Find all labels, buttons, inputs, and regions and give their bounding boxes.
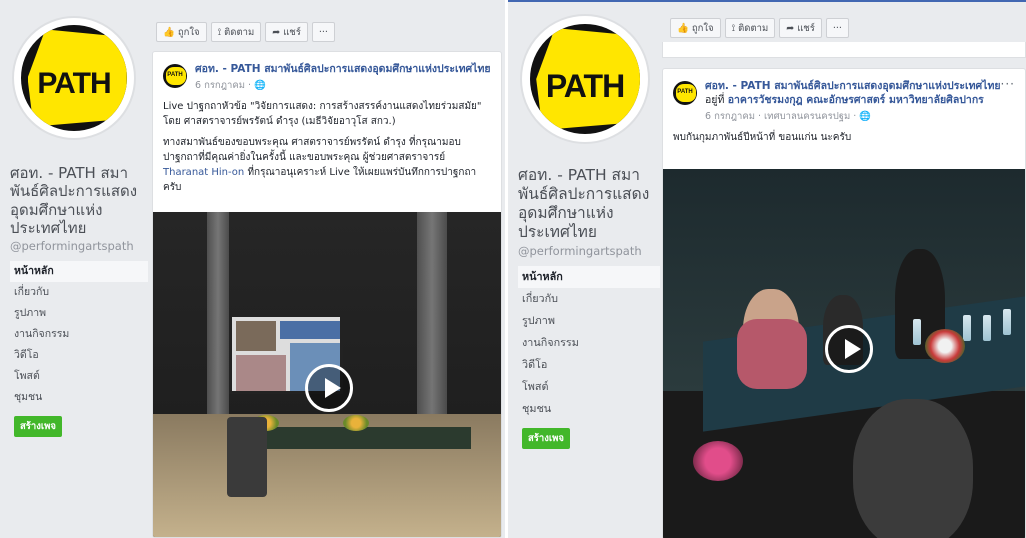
page-handle[interactable]: @performingartspath — [518, 244, 660, 258]
rss-icon: ⟟ — [731, 22, 736, 34]
path-logo-icon: PATH — [21, 25, 127, 131]
page-profile-picture[interactable]: PATH — [520, 14, 650, 144]
nav-item-about[interactable]: เกี่ยวกับ — [518, 288, 660, 310]
create-page-button[interactable]: สร้างเพจ — [14, 416, 62, 438]
thumbs-up-icon: 👍 — [677, 22, 689, 34]
nav-item-photos[interactable]: รูปภาพ — [10, 303, 148, 324]
page-action-bar: 👍 ถูกใจ ⟟ ติดตาม ➦ แชร์ ··· — [670, 16, 849, 40]
page-name[interactable]: ศอท. - PATH สมาพันธ์ศิลปะการแสดงอุดมศึกษ… — [518, 166, 658, 242]
share-label: แชร์ — [797, 22, 815, 34]
page-name[interactable]: ศอท. - PATH สมาพันธ์ศิลปะการแสดงอุดมศึกษ… — [10, 164, 146, 237]
post-author-link[interactable]: ศอท. - PATH สมาพันธ์ศิลปะการแสดงอุดมศึกษ… — [705, 80, 1001, 92]
share-button[interactable]: ➦ แชร์ — [265, 22, 308, 42]
follow-button[interactable]: ⟟ ติดตาม — [724, 18, 776, 38]
video-player[interactable] — [153, 212, 501, 537]
page-handle[interactable]: @performingartspath — [10, 239, 148, 253]
post-text: พบกันกุมภาพันธ์ปีหน้าที่ ขอนแก่น นะครับ — [663, 124, 1025, 145]
post-options-icon[interactable]: ··· — [477, 60, 491, 74]
post-card: PATH ศอท. - PATH สมาพันธ์ศิลปะการแสดงอุด… — [662, 68, 1026, 538]
nav-item-photos[interactable]: รูปภาพ — [518, 310, 660, 332]
post-paragraph-2: ทางสมาพันธ์ของขอบพระคุณ ศาสตราจารย์พรรัต… — [163, 137, 477, 194]
share-label: แชร์ — [283, 26, 301, 38]
screenshot-right: PATH ศอท. - PATH สมาพันธ์ศิลปะการแสดงอุด… — [508, 0, 1026, 538]
more-options-button[interactable]: ··· — [825, 18, 849, 38]
post-avatar[interactable]: PATH — [673, 81, 697, 105]
screenshot-left: PATH ศอท. - PATH สมาพันธ์ศิลปะการแสดงอุด… — [0, 0, 505, 538]
follow-label: ติดตาม — [738, 22, 769, 34]
post-text: Live ปาฐกถาหัวข้อ "วิจัยการแสดง: การสร้า… — [153, 93, 501, 195]
page-nav: หน้าหลัก เกี่ยวกับ รูปภาพ งานกิจกรรม วิด… — [518, 265, 660, 420]
rss-icon: ⟟ — [217, 26, 222, 38]
follow-label: ติดตาม — [224, 26, 255, 38]
post-author-link[interactable]: ศอท. - PATH สมาพันธ์ศิลปะการแสดงอุดมศึกษ… — [195, 62, 491, 76]
page-profile-picture[interactable]: PATH — [12, 16, 136, 140]
post-options-icon[interactable]: ··· — [1001, 77, 1015, 91]
nav-item-posts[interactable]: โพสต์ — [518, 376, 660, 398]
thumbs-up-icon: 👍 — [163, 26, 175, 38]
nav-item-about[interactable]: เกี่ยวกับ — [10, 282, 148, 303]
nav-item-videos[interactable]: วิดีโอ — [10, 345, 148, 366]
create-page-button[interactable]: สร้างเพจ — [522, 427, 570, 449]
post-author-line: ศอท. - PATH สมาพันธ์ศิลปะการแสดงอุดมศึกษ… — [705, 80, 1001, 107]
nav-item-events[interactable]: งานกิจกรรม — [518, 332, 660, 354]
page-action-bar: 👍 ถูกใจ ⟟ ติดตาม ➦ แชร์ ··· — [156, 20, 335, 44]
page-sidebar: PATH ศอท. - PATH สมาพันธ์ศิลปะการแสดงอุด… — [0, 0, 148, 538]
share-button[interactable]: ➦ แชร์ — [779, 18, 822, 38]
page-sidebar: PATH ศอท. - PATH สมาพันธ์ศิลปะการแสดงอุด… — [508, 2, 660, 538]
logo-text: PATH — [37, 67, 111, 101]
nav-item-events[interactable]: งานกิจกรรม — [10, 324, 148, 345]
like-label: ถูกใจ — [177, 26, 200, 38]
post-paragraph: พบกันกุมภาพันธ์ปีหน้าที่ ขอนแก่น นะครับ — [673, 132, 852, 144]
nav-item-posts[interactable]: โพสต์ — [10, 366, 148, 387]
mention-link[interactable]: Tharanat Hin-on — [163, 167, 244, 178]
nav-item-videos[interactable]: วิดีโอ — [518, 354, 660, 376]
like-button[interactable]: 👍 ถูกใจ — [670, 18, 721, 38]
post-header: PATH ศอท. - PATH สมาพันธ์ศิลปะการแสดงอุด… — [663, 69, 1025, 124]
logo-text: PATH — [545, 67, 625, 104]
share-arrow-icon: ➦ — [272, 26, 281, 38]
post-header: PATH ศอท. - PATH สมาพันธ์ศิลปะการแสดงอุด… — [153, 52, 501, 93]
video-player[interactable] — [663, 169, 1025, 538]
like-label: ถูกใจ — [691, 22, 714, 34]
play-icon[interactable] — [825, 325, 873, 373]
nav-item-home[interactable]: หน้าหลัก — [518, 265, 660, 288]
location-link[interactable]: อาคารวัชรมงกุฎ คณะอักษรศาสตร์ มหาวิทยาลั… — [728, 94, 984, 106]
nav-item-community[interactable]: ชุมชน — [518, 398, 660, 420]
previous-post-edge — [662, 42, 1026, 58]
path-logo-icon: PATH — [529, 23, 641, 135]
page-nav: หน้าหลัก เกี่ยวกับ รูปภาพ งานกิจกรรม วิด… — [10, 261, 148, 408]
post-timestamp[interactable]: 6 กรกฎาคม · เทศบาลนครนครปฐม · 🌐 — [705, 109, 1015, 124]
play-icon[interactable] — [305, 364, 353, 412]
share-arrow-icon: ➦ — [786, 22, 795, 34]
nav-item-community[interactable]: ชุมชน — [10, 387, 148, 408]
more-options-button[interactable]: ··· — [311, 22, 335, 42]
post-timestamp[interactable]: 6 กรกฎาคม · 🌐 — [195, 78, 491, 93]
follow-button[interactable]: ⟟ ติดตาม — [210, 22, 262, 42]
nav-item-home[interactable]: หน้าหลัก — [10, 261, 148, 283]
post-card: PATH ศอท. - PATH สมาพันธ์ศิลปะการแสดงอุด… — [152, 51, 502, 538]
post-avatar[interactable]: PATH — [163, 64, 187, 88]
post-paragraph-1: Live ปาฐกถาหัวข้อ "วิจัยการแสดง: การสร้า… — [163, 101, 482, 128]
like-button[interactable]: 👍 ถูกใจ — [156, 22, 207, 42]
